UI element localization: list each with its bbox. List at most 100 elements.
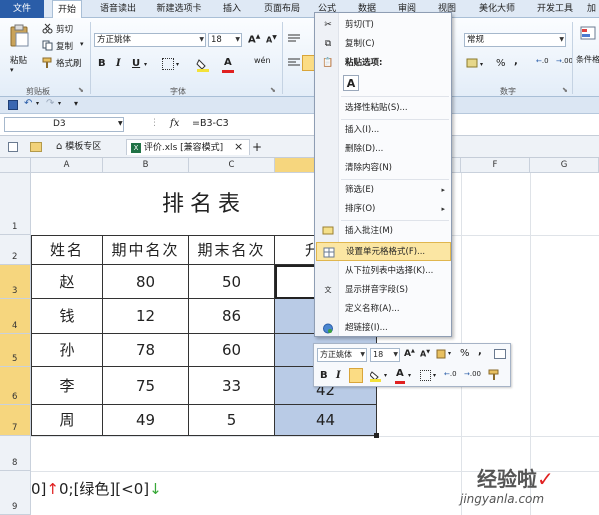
mini-merge-icon[interactable] <box>494 349 506 359</box>
font-launcher-icon[interactable]: ⬊ <box>270 86 276 94</box>
table-cell[interactable]: 5 <box>189 405 275 436</box>
mini-bold-button[interactable]: B <box>320 370 328 381</box>
chevron-down-icon[interactable]: ▾ <box>36 100 39 107</box>
table-cell[interactable]: 50 <box>189 265 275 299</box>
percent-button[interactable]: % <box>496 58 506 69</box>
chevron-down-icon[interactable]: ▼ <box>559 34 564 46</box>
undo-icon[interactable]: ↶ <box>24 98 32 109</box>
chevron-down-icon[interactable]: ▾ <box>176 61 179 68</box>
chevron-down-icon[interactable]: ▾ <box>480 61 483 68</box>
row-header[interactable]: 9 <box>0 471 31 515</box>
mini-percent-button[interactable]: % <box>460 348 470 359</box>
mini-format-icon[interactable] <box>436 349 446 359</box>
number-launcher-icon[interactable]: ⬊ <box>562 86 568 94</box>
spreadsheet-grid[interactable]: A B C D E F G 1 2 3 4 5 6 7 8 9 排名表 姓名 期… <box>0 158 599 515</box>
row-header[interactable]: 3 <box>0 265 31 299</box>
format-painter-icon[interactable] <box>42 57 53 68</box>
chevron-down-icon[interactable]: ▾ <box>433 372 436 379</box>
select-all-corner[interactable] <box>0 158 31 173</box>
menu-item-phonetic[interactable]: 文显示拼音字段(S) <box>316 281 451 300</box>
menu-item-insert-comment[interactable]: 插入批注(M) <box>316 222 451 241</box>
fill-color-icon[interactable] <box>196 58 210 72</box>
tab-beautify[interactable]: 美化大师 <box>472 0 522 18</box>
mini-font-color-button[interactable]: A <box>396 368 404 379</box>
chevron-down-icon[interactable]: ▼ <box>199 34 204 46</box>
column-header[interactable]: A <box>31 158 103 173</box>
menu-item-format-cells[interactable]: 设置单元格格式(F)... <box>316 242 451 261</box>
column-header[interactable]: C <box>189 158 275 173</box>
column-header[interactable]: F <box>461 158 530 173</box>
menu-item-sort[interactable]: 排序(O) ▸ <box>316 200 451 219</box>
conditional-format-icon[interactable] <box>580 26 596 40</box>
header-cell[interactable]: 期末名次 <box>189 236 275 265</box>
row-header[interactable]: 2 <box>0 235 31 265</box>
align-left-icon[interactable] <box>288 58 300 68</box>
row9-cell-text[interactable]: 0]↑0;[绿色][<0]↓ <box>31 478 162 499</box>
menu-item-define-name[interactable]: 定义名称(A)... <box>316 300 451 319</box>
table-cell[interactable]: 钱 <box>32 299 103 334</box>
tab-more[interactable]: 加 <box>584 0 599 18</box>
conditional-format-label[interactable]: 条件格 <box>576 54 599 65</box>
accounting-icon[interactable] <box>466 58 480 70</box>
chevron-down-icon[interactable]: ▾ <box>144 61 147 68</box>
chevron-down-icon[interactable]: ▼ <box>118 120 123 127</box>
menu-item-paste-special[interactable]: 选择性粘贴(S)... <box>316 99 451 118</box>
increase-decimal-button[interactable]: ←.0 <box>536 58 549 65</box>
insert-function-button[interactable]: fx <box>170 118 179 129</box>
column-header[interactable]: G <box>530 158 599 173</box>
row-header[interactable]: 6 <box>0 367 31 405</box>
new-document-icon[interactable] <box>8 142 18 152</box>
fill-handle[interactable] <box>374 433 379 438</box>
paste-button-label[interactable]: 粘贴 <box>10 54 27 66</box>
menu-item-cut[interactable]: ✂ 剪切(T) <box>316 16 451 35</box>
folder-icon[interactable] <box>30 142 42 152</box>
grow-font-button[interactable]: A▲ <box>248 33 260 45</box>
add-tab-icon[interactable]: + <box>252 139 262 155</box>
number-format-combo[interactable]: 常规 ▼ <box>464 33 566 47</box>
close-tab-icon[interactable]: × <box>234 139 244 155</box>
menu-item-clear-contents[interactable]: 清除内容(N) <box>316 159 451 178</box>
format-painter-button[interactable]: 格式刷 <box>56 57 82 69</box>
table-cell[interactable]: 孙 <box>32 334 103 367</box>
paste-icon[interactable] <box>8 24 30 48</box>
doc-tab-file[interactable]: X 评价.xls [兼容模式] <box>126 139 250 155</box>
chevron-down-icon[interactable]: ▾ <box>58 100 61 107</box>
table-cell[interactable]: 78 <box>103 334 189 367</box>
header-cell[interactable]: 姓名 <box>32 236 103 265</box>
chevron-down-icon[interactable]: ▼ <box>393 349 398 361</box>
font-name-combo[interactable]: 方正姚体 ▼ <box>94 33 206 47</box>
table-cell[interactable]: 李 <box>32 367 103 405</box>
formula-input[interactable]: =B3-C3 <box>192 118 229 129</box>
scissors-icon[interactable] <box>42 23 53 34</box>
decrease-decimal-button[interactable]: →.00 <box>556 58 573 65</box>
shrink-font-button[interactable]: A▼ <box>266 34 277 45</box>
copy-button[interactable]: 复制 <box>56 40 73 52</box>
table-cell[interactable]: 60 <box>189 334 275 367</box>
menu-item-delete[interactable]: 删除(D)... <box>316 140 451 159</box>
copy-dropdown-icon[interactable]: ▾ <box>80 40 84 48</box>
chevron-down-icon[interactable]: ▼ <box>360 349 365 361</box>
header-cell[interactable]: 期中名次 <box>103 236 189 265</box>
tab-file[interactable]: 文件 <box>0 0 44 18</box>
redo-icon[interactable]: ↷ <box>46 98 54 109</box>
mini-italic-button[interactable]: I <box>336 370 341 381</box>
chevron-down-icon[interactable]: ▾ <box>448 350 451 357</box>
mini-comma-button[interactable]: , <box>478 346 482 357</box>
font-color-button[interactable]: A <box>224 57 232 68</box>
row-header[interactable]: 8 <box>0 436 31 471</box>
border-icon[interactable] <box>162 58 174 70</box>
table-cell[interactable]: 86 <box>189 299 275 334</box>
mini-align-center-button[interactable] <box>349 368 363 383</box>
tab-developer[interactable]: 开发工具 <box>530 0 580 18</box>
mini-shrink-font-button[interactable]: A▼ <box>420 349 430 359</box>
mini-increase-decimal-button[interactable]: ←.0 <box>444 370 457 378</box>
clipboard-launcher-icon[interactable]: ⬊ <box>78 86 84 94</box>
phonetic-guide-icon[interactable]: wén <box>254 56 271 65</box>
align-top-icon[interactable] <box>288 34 300 44</box>
table-cell[interactable]: 周 <box>32 405 103 436</box>
table-cell[interactable]: 80 <box>103 265 189 299</box>
chevron-down-icon[interactable]: ▼ <box>235 34 240 46</box>
bold-button[interactable]: B <box>98 58 106 69</box>
italic-button[interactable]: I <box>116 58 121 69</box>
menu-item-hyperlink[interactable]: 超链接(I)... <box>316 319 451 338</box>
